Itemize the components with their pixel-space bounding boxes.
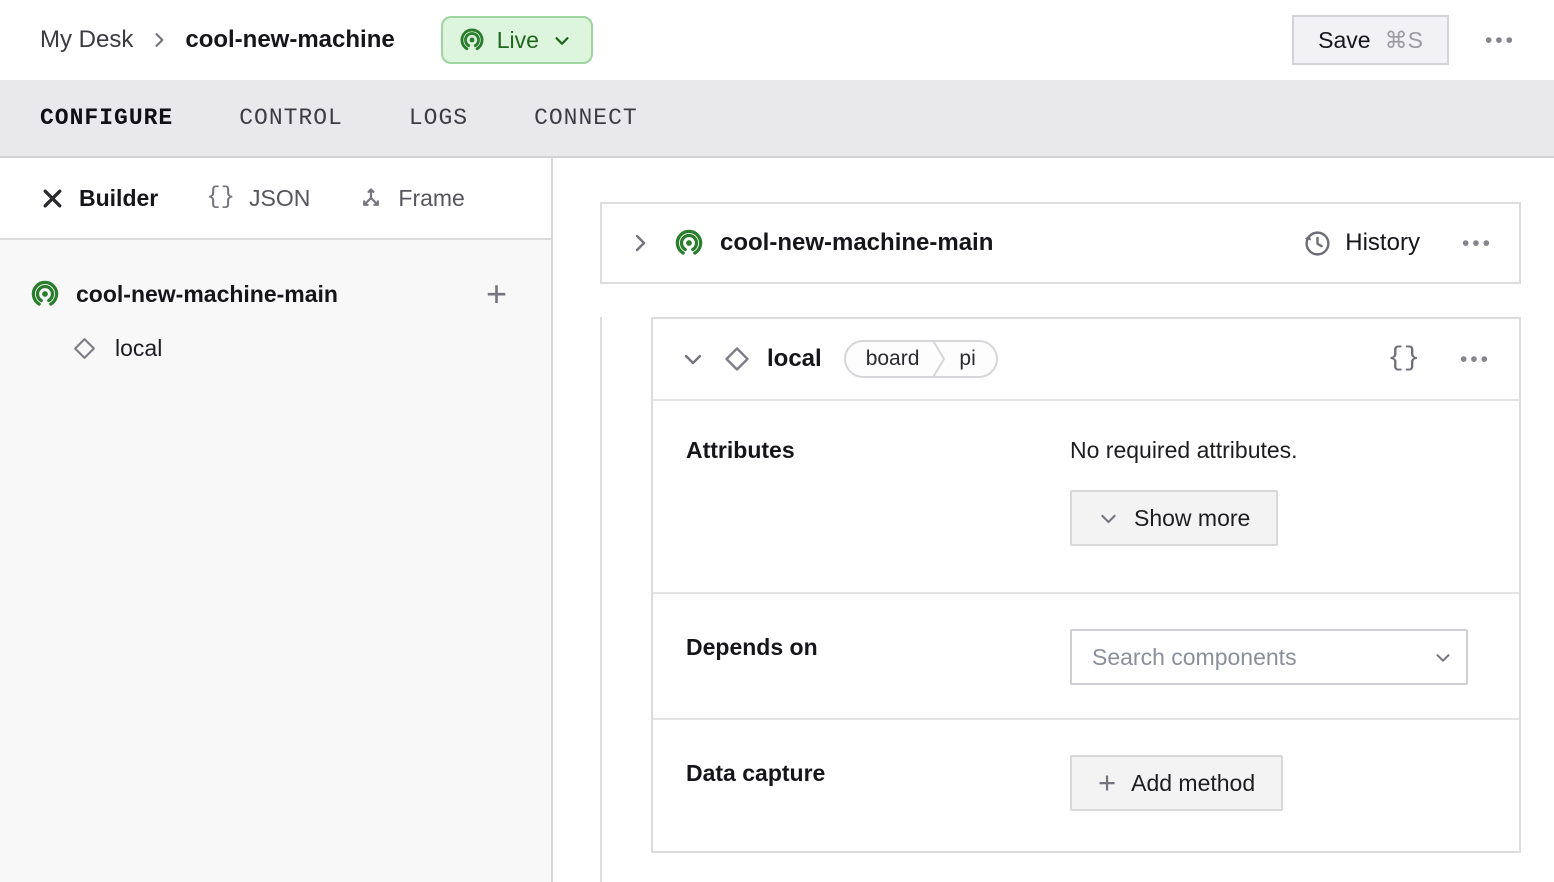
mode-frame-label: Frame xyxy=(398,185,464,212)
view-mode-switcher: Builder {} JSON Frame xyxy=(0,158,551,240)
broadcast-icon xyxy=(459,27,485,53)
collapse-chevron-down-icon[interactable] xyxy=(681,347,705,371)
attributes-section: Attributes No required attributes. Show … xyxy=(653,401,1519,594)
builder-tools-icon xyxy=(40,186,65,211)
chevron-down-icon xyxy=(1098,508,1119,529)
plus-icon: + xyxy=(1098,771,1116,796)
mode-builder-label: Builder xyxy=(79,185,158,212)
mode-frame[interactable]: Frame xyxy=(358,185,464,212)
machine-tabbar: CONFIGURE CONTROL LOGS CONNECT xyxy=(0,80,1554,158)
tree-item-local[interactable]: local xyxy=(0,322,551,374)
tree-item-local-label: local xyxy=(115,335,162,362)
tab-connect[interactable]: CONNECT xyxy=(534,105,638,131)
breadcrumb-parent-link[interactable]: My Desk xyxy=(40,26,133,54)
mode-json-label: JSON xyxy=(249,185,310,212)
history-button-label: History xyxy=(1345,229,1420,257)
component-type-badge: board pi xyxy=(844,340,998,378)
component-type-label: board xyxy=(846,347,932,371)
tree-item-machine-part-label: cool-new-machine-main xyxy=(76,281,338,308)
save-button-label: Save xyxy=(1318,27,1370,54)
search-components-input[interactable] xyxy=(1070,629,1468,685)
component-tree: cool-new-machine-main + local xyxy=(0,240,551,882)
tab-logs[interactable]: LOGS xyxy=(409,105,468,131)
mode-builder[interactable]: Builder xyxy=(40,185,158,212)
breadcrumb-machine-name: cool-new-machine xyxy=(185,26,394,54)
tree-item-machine-part[interactable]: cool-new-machine-main + xyxy=(0,266,551,322)
data-capture-section: Data capture + Add method xyxy=(653,720,1519,851)
save-shortcut-hint: ⌘S xyxy=(1385,27,1423,54)
top-header: My Desk cool-new-machine Live Save ⌘S ••… xyxy=(0,0,1554,80)
depends-on-section: Depends on xyxy=(653,594,1519,720)
content-area: Builder {} JSON Frame xyxy=(0,158,1554,882)
tab-configure[interactable]: CONFIGURE xyxy=(40,105,173,131)
component-diamond-icon xyxy=(72,336,97,361)
component-model-label: pi xyxy=(947,347,995,371)
breadcrumb-separator-icon xyxy=(149,30,169,50)
attributes-empty-text: No required attributes. xyxy=(1070,437,1464,464)
machine-status-dropdown[interactable]: Live xyxy=(441,16,593,64)
machine-part-card: cool-new-machine-main History ••• xyxy=(600,202,1521,284)
show-more-button[interactable]: Show more xyxy=(1070,490,1278,546)
add-method-button-label: Add method xyxy=(1131,770,1255,797)
machine-status-label: Live xyxy=(497,27,539,54)
machine-config-page: My Desk cool-new-machine Live Save ⌘S ••… xyxy=(0,0,1554,882)
part-card-overflow-menu-icon[interactable]: ••• xyxy=(1462,233,1493,254)
tab-control[interactable]: CONTROL xyxy=(239,105,343,131)
config-main-panel: cool-new-machine-main History ••• xyxy=(553,158,1554,882)
broadcast-icon xyxy=(674,228,704,258)
component-json-toggle-icon[interactable]: {} xyxy=(1388,346,1420,373)
attributes-label: Attributes xyxy=(653,401,1070,592)
json-braces-icon: {} xyxy=(206,186,235,210)
machine-part-title: cool-new-machine-main xyxy=(720,229,993,257)
broadcast-icon xyxy=(30,279,60,309)
chevron-down-icon xyxy=(551,29,573,51)
tree-guide-line xyxy=(600,317,602,882)
history-button[interactable]: History xyxy=(1303,229,1420,258)
component-diamond-icon xyxy=(723,345,751,373)
header-overflow-menu-icon[interactable]: ••• xyxy=(1485,30,1516,51)
config-sidebar: Builder {} JSON Frame xyxy=(0,158,553,882)
data-capture-label: Data capture xyxy=(653,720,1070,851)
expand-chevron-right-icon[interactable] xyxy=(628,231,652,255)
save-button[interactable]: Save ⌘S xyxy=(1292,15,1449,65)
add-component-button[interactable]: + xyxy=(486,280,507,309)
add-method-button[interactable]: + Add method xyxy=(1070,755,1283,811)
depends-on-label: Depends on xyxy=(653,594,1070,718)
component-title: local xyxy=(767,345,822,373)
component-card-header: local board pi {} ••• xyxy=(653,319,1519,401)
mode-json[interactable]: {} JSON xyxy=(206,185,310,212)
component-card-local: local board pi {} ••• Attributes xyxy=(651,317,1521,853)
badge-divider-chevron-icon xyxy=(931,341,947,377)
show-more-button-label: Show more xyxy=(1134,505,1250,532)
history-clock-icon xyxy=(1303,229,1332,258)
frame-axes-icon xyxy=(358,185,384,211)
component-overflow-menu-icon[interactable]: ••• xyxy=(1460,349,1491,370)
depends-on-select[interactable] xyxy=(1070,629,1468,685)
